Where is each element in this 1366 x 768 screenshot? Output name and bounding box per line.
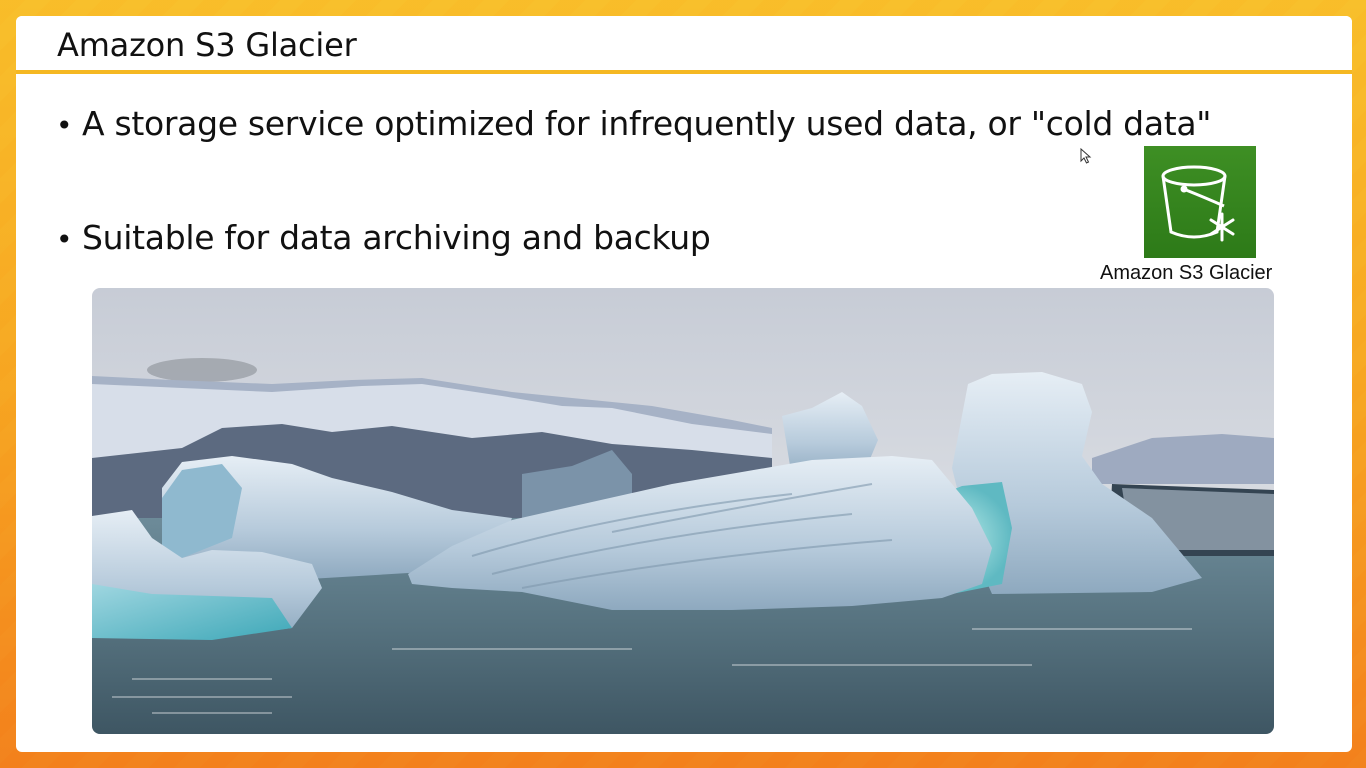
bullet-item-2: • Suitable for data archiving and backup [56,218,711,257]
s3-glacier-bucket-snowflake-icon [1144,146,1256,258]
service-icon-caption: Amazon S3 Glacier [1100,262,1273,284]
bullet-item-1: • A storage service optimized for infrequ… [56,104,1211,143]
slide-title-bar: Amazon S3 Glacier [16,16,1352,74]
bullet-text: A storage service optimized for infreque… [82,104,1212,143]
slide-title: Amazon S3 Glacier [57,26,357,64]
iceberg-photo [92,288,1274,734]
mouse-cursor-icon [1080,148,1092,164]
slide: Amazon S3 Glacier • A storage service opt… [16,16,1352,752]
bullet-dot: • [56,223,73,256]
bullet-text: Suitable for data archiving and backup [82,218,711,257]
bullet-dot: • [56,109,73,142]
